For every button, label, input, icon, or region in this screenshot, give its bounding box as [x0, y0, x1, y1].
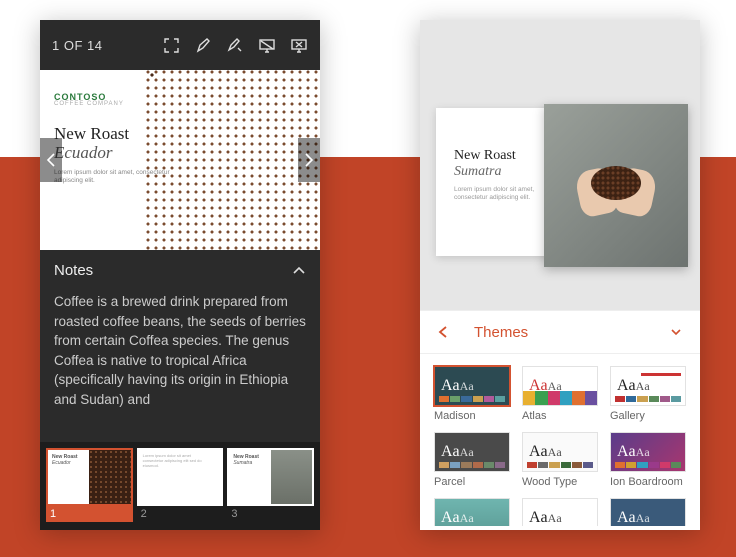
- editor-phone: New Roast Sumatra Lorem ipsum dolor sit …: [420, 20, 700, 530]
- theme-swatch[interactable]: AaAa: [522, 498, 598, 526]
- theme-item[interactable]: AaAa Atlas: [522, 366, 598, 422]
- theme-name: Gallery: [610, 410, 686, 422]
- theme-name: Atlas: [522, 410, 598, 422]
- theme-item[interactable]: AaAa: [434, 498, 510, 526]
- slide-subtitle: Ecuador: [54, 143, 172, 163]
- slide-subtitle: Sumatra: [454, 164, 553, 180]
- theme-name: Madison: [434, 410, 510, 422]
- theme-item[interactable]: AaAa Parcel: [434, 432, 510, 488]
- toolbar: 1 OF 14: [40, 20, 320, 70]
- slide-canvas-area[interactable]: New Roast Sumatra Lorem ipsum dolor sit …: [420, 20, 700, 310]
- presenter-view-phone: 1 OF 14 CONTOSO COFFEE COMPANY New Roast…: [40, 20, 320, 530]
- theme-item[interactable]: AaAa Wood Type: [522, 432, 598, 488]
- pen-icon[interactable]: [194, 36, 212, 54]
- slide-text-block: New Roast Sumatra Lorem ipsum dolor sit …: [454, 148, 553, 203]
- ribbon-tab-bar: Themes: [420, 310, 700, 354]
- notes-body[interactable]: Coffee is a brewed drink prepared from r…: [40, 290, 320, 442]
- thumb-number: 1: [46, 506, 133, 522]
- thumb-number: 2: [137, 506, 224, 522]
- end-show-icon[interactable]: [290, 36, 308, 54]
- theme-item[interactable]: AaAa Ion Boardroom: [610, 432, 686, 488]
- notes-header[interactable]: Notes: [40, 250, 320, 290]
- theme-item[interactable]: AaAa Gallery: [610, 366, 686, 422]
- slide-preview[interactable]: New Roast Sumatra Lorem ipsum dolor sit …: [436, 108, 684, 256]
- back-button[interactable]: [430, 321, 456, 343]
- theme-name: Parcel: [434, 476, 510, 488]
- theme-name: Ion Boardroom: [610, 476, 686, 488]
- slide-image: [146, 70, 320, 250]
- prev-slide-button[interactable]: [40, 138, 62, 182]
- thumbnail[interactable]: New RoastSumatra 3: [227, 448, 314, 522]
- slide-counter: 1 OF 14: [52, 38, 102, 53]
- themes-grid[interactable]: AaAa Madison AaAa Atlas AaAa Gallery AaAa Parce…: [420, 354, 700, 526]
- thumbnail-strip[interactable]: New RoastEcuador 1 Lorem ipsum dolor sit…: [40, 442, 320, 522]
- highlighter-icon[interactable]: [226, 36, 244, 54]
- theme-swatch[interactable]: AaAa: [434, 432, 510, 472]
- more-button[interactable]: [662, 323, 690, 341]
- current-slide: CONTOSO COFFEE COMPANY New Roast Ecuador…: [40, 70, 320, 250]
- thumbnail[interactable]: Lorem ipsum dolor sit amet consectetur a…: [137, 448, 224, 522]
- theme-swatch[interactable]: AaAa: [522, 432, 598, 472]
- slide-text-block: CONTOSO COFFEE COMPANY New Roast Ecuador…: [54, 92, 172, 186]
- theme-swatch[interactable]: AaAa: [434, 498, 510, 526]
- slide-image: [544, 104, 688, 267]
- theme-swatch[interactable]: AaAa: [610, 432, 686, 472]
- theme-swatch[interactable]: AaAa: [610, 498, 686, 526]
- thumbnail[interactable]: New RoastEcuador 1: [46, 448, 133, 522]
- theme-swatch[interactable]: AaAa: [434, 366, 510, 406]
- slide-body: Lorem ipsum dolor sit amet, consectetur …: [54, 169, 172, 186]
- next-slide-button[interactable]: [298, 138, 320, 182]
- theme-item[interactable]: AaAa: [610, 498, 686, 526]
- slide-title: New Roast: [454, 148, 553, 164]
- theme-item[interactable]: AaAa: [522, 498, 598, 526]
- collapse-icon[interactable]: [292, 265, 306, 275]
- theme-item[interactable]: AaAa Madison: [434, 366, 510, 422]
- fullscreen-icon[interactable]: [162, 36, 180, 54]
- notes-label: Notes: [54, 262, 93, 279]
- blank-screen-icon[interactable]: [258, 36, 276, 54]
- ribbon-tab-label[interactable]: Themes: [474, 324, 528, 341]
- theme-swatch[interactable]: AaAa: [522, 366, 598, 406]
- slide-body: Lorem ipsum dolor sit amet, consectetur …: [454, 186, 553, 203]
- slide-title: New Roast: [54, 125, 172, 143]
- theme-swatch[interactable]: AaAa: [610, 366, 686, 406]
- brand-tagline: COFFEE COMPANY: [54, 101, 172, 107]
- thumb-number: 3: [227, 506, 314, 522]
- theme-name: Wood Type: [522, 476, 598, 488]
